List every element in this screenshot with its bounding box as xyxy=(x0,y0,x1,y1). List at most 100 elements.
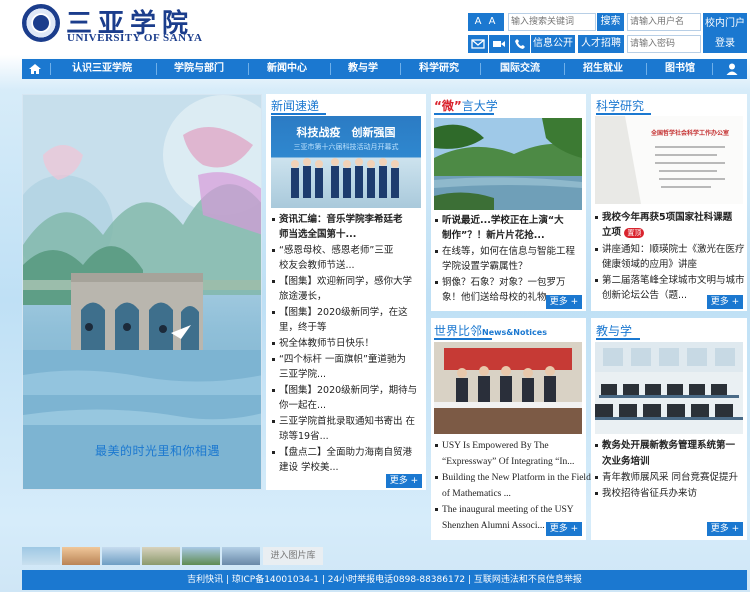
nav-divider xyxy=(712,63,713,75)
news-item-title[interactable]: 资讯汇编：音乐学院李希廷老 xyxy=(272,212,403,228)
wei-panel-title[interactable]: “微”言大学 xyxy=(434,97,498,114)
teaching-item[interactable]: 青年教师展风采 同台竞赛促提升 xyxy=(595,470,738,486)
gallery-more-link[interactable]: 进入图片库 xyxy=(263,547,323,565)
bullet-icon xyxy=(272,389,275,392)
pinned-badge: 置顶 xyxy=(624,227,645,238)
teaching-item[interactable]: 我校招待省征兵办来访 xyxy=(595,486,697,502)
wei-feature-image[interactable] xyxy=(434,118,582,210)
nav-divider xyxy=(400,63,401,75)
research-feature-image[interactable]: 全国哲学社会科学工作办公室 xyxy=(595,116,743,204)
password-field[interactable] xyxy=(627,35,701,53)
mail-icon xyxy=(471,39,485,49)
news-item-cont[interactable]: 里，终于等 xyxy=(279,320,327,336)
gallery-thumbnail[interactable] xyxy=(182,547,220,565)
news-item[interactable]: 【图集】欢迎新同学，感你大学 xyxy=(272,274,412,290)
research-panel-title[interactable]: 科学研究 xyxy=(596,97,644,114)
teaching-panel-title[interactable]: 教与学 xyxy=(596,322,632,339)
research-item-cont[interactable]: 健康领域的应用》讲座 xyxy=(602,257,697,273)
research-item-cont[interactable]: 创新论坛公告（题... xyxy=(602,288,706,304)
talent-recruit-button[interactable]: 人才招聘 xyxy=(578,35,624,53)
nav-item-international[interactable]: 国际交流 xyxy=(500,59,540,79)
home-icon[interactable] xyxy=(28,62,42,76)
research-item-title-cont[interactable]: 立项 置顶 xyxy=(602,225,645,241)
news-item[interactable]: 【盘点二】全面助力海南自贸港 xyxy=(272,445,412,461)
nav-item-library[interactable]: 图书馆 xyxy=(665,59,695,79)
news-item[interactable]: 【图集】2020级新同学，在这 xyxy=(272,305,408,321)
news-item-cont[interactable]: 建设 学校美... xyxy=(279,460,339,476)
university-seal-logo[interactable] xyxy=(22,4,60,42)
university-name-en[interactable]: UNIVERSITY OF SANYA xyxy=(67,32,202,44)
nav-item-teaching[interactable]: 教与学 xyxy=(348,59,378,79)
teaching-item-title-cont[interactable]: 次业务培训 xyxy=(602,454,650,470)
news-item-title-cont[interactable]: 师当选全国第十... xyxy=(279,227,356,243)
gallery-thumbnail[interactable] xyxy=(62,547,100,565)
news-item-cont[interactable]: 旅途漫长， xyxy=(279,289,327,305)
world-feature-image[interactable] xyxy=(434,342,582,434)
wei-more-button[interactable]: 更多 + xyxy=(546,295,582,309)
bullet-icon xyxy=(272,280,275,283)
research-more-button[interactable]: 更多 + xyxy=(707,295,743,309)
research-item[interactable]: 讲座通知：顺瑛院士《激光在医疗 xyxy=(595,242,745,258)
bullet-icon xyxy=(435,281,438,284)
wei-item-cont[interactable]: 象！他们送给母校的礼物... xyxy=(442,290,547,306)
footer-bar[interactable]: 吉利快讯 | 琼ICP备14001034-1 | 24小时举报电话0898-88… xyxy=(22,570,747,590)
world-more-button[interactable]: 更多 + xyxy=(546,522,582,536)
research-item[interactable]: 第二届落笔峰全球城市文明与城市 xyxy=(595,273,745,289)
wei-item-cont[interactable]: 学院设置学霸属性？ xyxy=(442,259,528,275)
login-button[interactable]: 登录 xyxy=(703,35,747,53)
campus-portal-button[interactable]: 校内门户 xyxy=(703,13,747,35)
nav-item-research[interactable]: 科学研究 xyxy=(419,59,459,79)
news-item-text: 【盘点二】全面助力海南自贸港 xyxy=(279,447,413,458)
teaching-item-title[interactable]: 教务处开展新教务管理系统第一 xyxy=(595,438,735,454)
research-item-title[interactable]: 我校今年再获5项国家社科课题 xyxy=(595,210,732,226)
world-item[interactable]: USY Is Empowered By The xyxy=(435,438,549,454)
nav-item-departments[interactable]: 学院与部门 xyxy=(174,59,224,79)
gallery-thumbnail[interactable] xyxy=(222,547,260,565)
news-item-cont[interactable]: 校友会教师节送... xyxy=(279,258,355,274)
teaching-feature-image[interactable] xyxy=(595,342,743,434)
news-more-button[interactable]: 更多 + xyxy=(386,474,422,488)
hero-illustration[interactable] xyxy=(22,94,262,490)
world-panel-title[interactable]: 世界比邻News&Notices xyxy=(434,322,547,339)
phone-button[interactable] xyxy=(510,35,530,53)
video-button[interactable] xyxy=(489,35,509,53)
news-item-cont[interactable]: 三亚学院... xyxy=(279,367,326,383)
nav-item-about[interactable]: 认识三亚学院 xyxy=(72,59,132,79)
user-icon[interactable] xyxy=(725,62,739,76)
news-feature-image[interactable]: 科技战疫 创新强国 三亚市第十六届科技活动月开幕式 xyxy=(271,116,421,208)
search-button[interactable]: 搜索 xyxy=(597,13,624,31)
world-item-cont[interactable]: Shenzhen Alumni Associ... xyxy=(442,518,548,534)
news-item[interactable]: “感恩母校、感恩老师”三亚 xyxy=(272,243,393,259)
wei-item-title[interactable]: 听说最近...学校正在上演“大 xyxy=(435,213,564,229)
gallery-thumbnail[interactable] xyxy=(22,547,60,565)
wei-item-title-cont[interactable]: 制作”？！新片片花抢... xyxy=(442,228,545,244)
wei-item[interactable]: 在线等，如何在信息与智能工程 xyxy=(435,244,575,260)
gallery-thumbnail[interactable] xyxy=(142,547,180,565)
mail-button[interactable] xyxy=(468,35,488,53)
wei-item[interactable]: 铜像？石象？对象？一包罗万 xyxy=(435,275,566,291)
research-panel: 科学研究 全国哲学社会科学工作办公室 我校今年再获5项国家社科课题 立项 置顶 … xyxy=(591,94,747,311)
document-heading: 全国哲学社会科学工作办公室 xyxy=(651,130,730,137)
world-item[interactable]: Building the New Platform in the Field xyxy=(435,470,591,486)
news-item-cont[interactable]: 琼等19省... xyxy=(279,429,329,445)
news-item[interactable]: 祝全体教师节日快乐！ xyxy=(272,336,374,352)
world-item-cont[interactable]: “Expressway” Of Integrating “In... xyxy=(442,454,582,470)
gallery-thumbnail[interactable] xyxy=(102,547,140,565)
search-input[interactable] xyxy=(508,13,596,31)
title-underline xyxy=(596,113,651,115)
nav-item-news[interactable]: 新闻中心 xyxy=(267,59,307,79)
nav-item-admissions[interactable]: 招生就业 xyxy=(583,59,623,79)
public-info-button[interactable]: 信息公开 xyxy=(531,35,575,53)
teaching-more-button[interactable]: 更多 + xyxy=(707,522,743,536)
teaching-panel: 教与学 教务处开展新教务管理系统第一 次业务培训 青年教师展风采 同台竞赛促提升… xyxy=(591,318,747,540)
news-item[interactable]: “四个标杆 一面旗帜”童道驰为 xyxy=(272,352,406,368)
news-item[interactable]: 三亚学院首批录取通知书寄出 在 xyxy=(272,414,415,430)
username-field[interactable] xyxy=(627,13,701,31)
hero-caption[interactable]: 最美的时光里和你相遇 xyxy=(95,442,220,459)
world-item-cont[interactable]: of Mathematics ... xyxy=(442,486,511,502)
news-item-cont[interactable]: 你一起在... xyxy=(279,398,326,414)
news-item[interactable]: 【图集】2020级新同学，期待与 xyxy=(272,383,417,399)
news-panel-title[interactable]: 新闻速递 xyxy=(271,97,319,114)
world-item[interactable]: The inaugural meeting of the USY xyxy=(435,502,574,518)
font-size-button[interactable]: A A A xyxy=(468,13,504,45)
